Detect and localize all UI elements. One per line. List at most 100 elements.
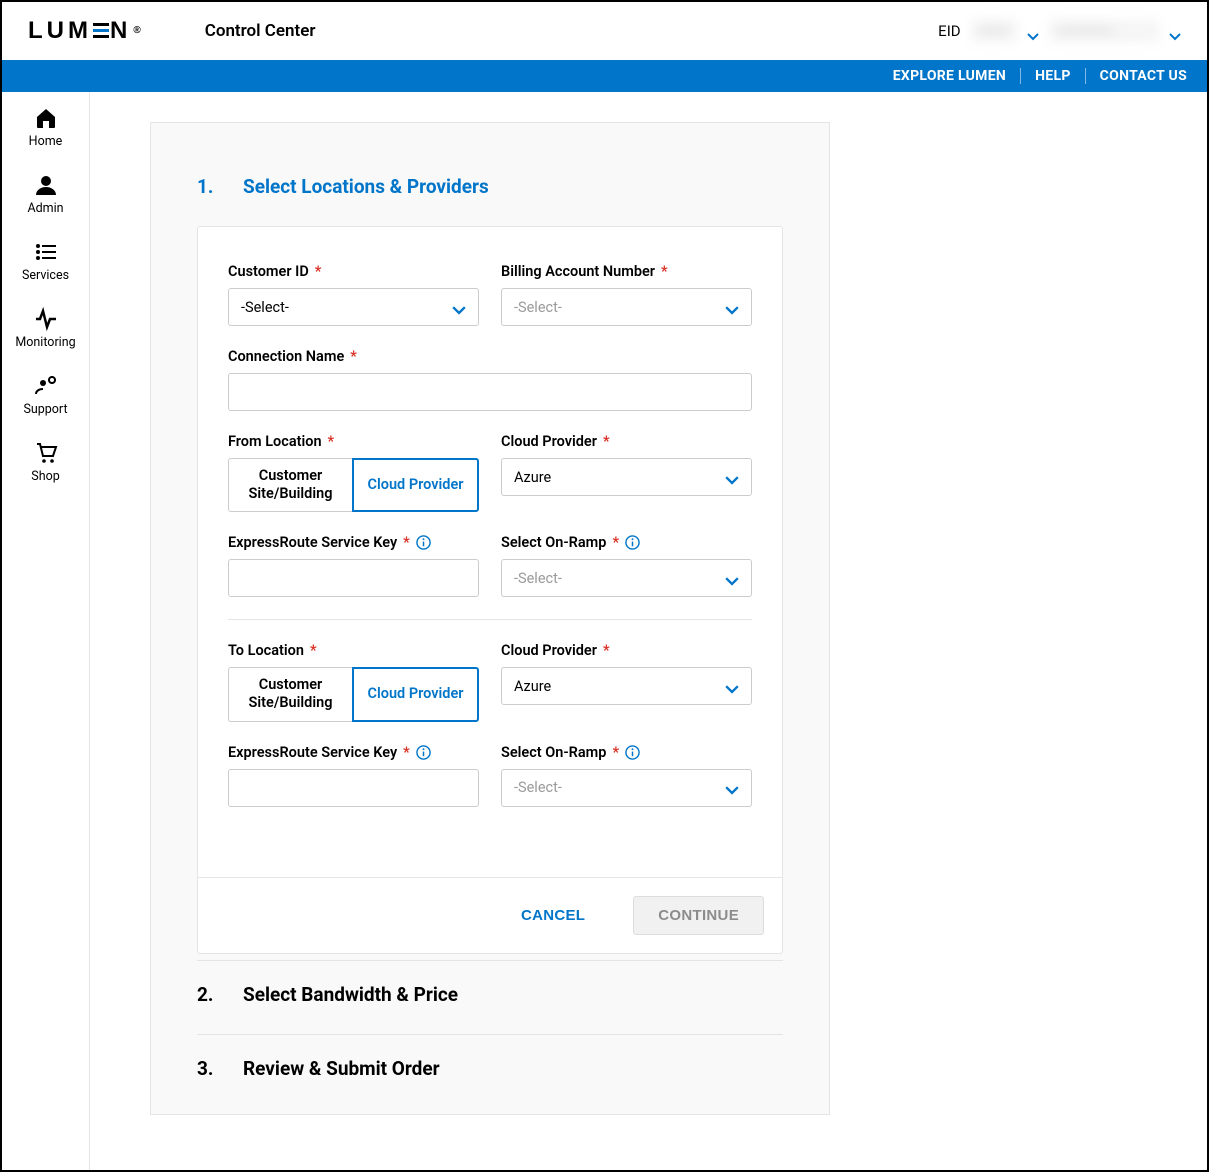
main-content: 1. Select Locations & Providers Customer… (90, 92, 1207, 1170)
info-icon[interactable] (416, 745, 431, 760)
eid-label: EID (938, 22, 960, 40)
chevron-down-icon (725, 783, 739, 793)
step-title: Review & Submit Order (243, 1057, 440, 1080)
to-location-field: To Location * Customer Site/Building Clo… (228, 642, 479, 721)
required-indicator: * (328, 433, 335, 450)
cloud-provider-to-select[interactable]: Azure (501, 667, 752, 705)
required-indicator: * (403, 534, 410, 551)
chevron-down-icon[interactable] (1169, 27, 1181, 35)
to-location-toggle: Customer Site/Building Cloud Provider (228, 667, 479, 721)
connection-name-field: Connection Name * (228, 348, 752, 411)
required-indicator: * (403, 744, 410, 761)
chevron-down-icon (725, 573, 739, 583)
lumen-logo: LUMN® (28, 17, 141, 45)
sidebar-item-label: Home (29, 134, 63, 149)
sidebar-item-home[interactable]: Home (2, 106, 89, 149)
field-label: Connection Name (228, 348, 344, 365)
er-key-to-field: ExpressRoute Service Key * (228, 744, 479, 807)
required-indicator: * (310, 642, 317, 659)
home-icon (34, 106, 58, 130)
from-location-field: From Location * Customer Site/Building C… (228, 433, 479, 512)
cart-icon (34, 441, 58, 465)
step-3-row[interactable]: 3. Review & Submit Order (197, 1034, 783, 1080)
to-option-cloud[interactable]: Cloud Provider (352, 667, 479, 721)
required-indicator: * (350, 348, 357, 365)
required-indicator: * (612, 744, 619, 761)
utility-nav: EXPLORE LUMEN HELP CONTACT US (2, 60, 1207, 92)
cloud-provider-to-field: Cloud Provider * Azure (501, 642, 752, 721)
sidebar-item-label: Monitoring (15, 335, 75, 350)
sidebar-item-services[interactable]: Services (2, 240, 89, 283)
activity-icon (34, 307, 58, 331)
info-icon[interactable] (416, 535, 431, 550)
form-divider (228, 619, 752, 620)
continue-button[interactable]: CONTINUE (633, 896, 764, 935)
customer-id-select[interactable]: -Select- (228, 288, 479, 326)
app-title: Control Center (205, 21, 316, 41)
sidebar-item-admin[interactable]: Admin (2, 173, 89, 216)
from-location-toggle: Customer Site/Building Cloud Provider (228, 458, 479, 512)
step-number: 1. (197, 175, 215, 198)
billing-select[interactable]: -Select- (501, 288, 752, 326)
cloud-provider-from-field: Cloud Provider * Azure (501, 433, 752, 512)
er-key-from-input[interactable] (228, 559, 479, 597)
connection-name-input[interactable] (228, 373, 752, 411)
step-number: 2. (197, 983, 215, 1006)
wizard-card: 1. Select Locations & Providers Customer… (150, 122, 830, 1115)
step-title: Select Bandwidth & Price (243, 983, 458, 1006)
eid-value: •••••• (971, 20, 1017, 42)
cancel-button[interactable]: CANCEL (521, 907, 585, 924)
field-label: Cloud Provider (501, 433, 597, 450)
from-option-cloud[interactable]: Cloud Provider (352, 458, 479, 512)
sidebar-item-label: Shop (31, 469, 59, 484)
from-option-site[interactable]: Customer Site/Building (228, 458, 352, 512)
required-indicator: * (603, 433, 610, 450)
sidebar: Home Admin Services Monitoring Support (2, 92, 90, 1170)
info-icon[interactable] (625, 535, 640, 550)
er-key-to-input[interactable] (228, 769, 479, 807)
user-icon (34, 173, 58, 197)
step-2-row[interactable]: 2. Select Bandwidth & Price (197, 960, 783, 1028)
step-title: Select Locations & Providers (243, 175, 489, 198)
sidebar-item-label: Support (23, 402, 67, 417)
required-indicator: * (603, 642, 610, 659)
to-option-site[interactable]: Customer Site/Building (228, 667, 352, 721)
sidebar-item-monitoring[interactable]: Monitoring (2, 307, 89, 350)
customer-id-field: Customer ID * -Select- (228, 263, 479, 326)
step-number: 3. (197, 1057, 215, 1080)
chevron-down-icon (452, 302, 466, 312)
required-indicator: * (315, 263, 322, 280)
field-label: Cloud Provider (501, 642, 597, 659)
er-key-from-field: ExpressRoute Service Key * (228, 534, 479, 597)
field-label: To Location (228, 642, 304, 659)
cloud-provider-from-select[interactable]: Azure (501, 458, 752, 496)
info-icon[interactable] (625, 745, 640, 760)
sidebar-item-shop[interactable]: Shop (2, 441, 89, 484)
step-1-header: 1. Select Locations & Providers (197, 175, 783, 198)
onramp-from-select[interactable]: -Select- (501, 559, 752, 597)
onramp-to-select[interactable]: -Select- (501, 769, 752, 807)
help-link[interactable]: HELP (1021, 68, 1086, 84)
field-label: ExpressRoute Service Key (228, 534, 397, 551)
onramp-to-field: Select On-Ramp * -Select- (501, 744, 752, 807)
explore-link[interactable]: EXPLORE LUMEN (879, 68, 1021, 84)
field-label: Customer ID (228, 263, 309, 280)
required-indicator: * (612, 534, 619, 551)
sidebar-item-support[interactable]: Support (2, 374, 89, 417)
top-bar: LUMN® Control Center EID •••••• ••••••••… (2, 2, 1207, 60)
contact-link[interactable]: CONTACT US (1086, 68, 1187, 84)
sidebar-item-label: Services (22, 268, 69, 283)
field-label: Select On-Ramp (501, 534, 606, 551)
billing-field: Billing Account Number * -Select- (501, 263, 752, 326)
chevron-down-icon (725, 472, 739, 482)
step-1-panel: Customer ID * -Select- Billing Account N… (197, 226, 783, 954)
onramp-from-field: Select On-Ramp * -Select- (501, 534, 752, 597)
chevron-down-icon[interactable] (1027, 27, 1039, 35)
sidebar-item-label: Admin (27, 201, 63, 216)
chevron-down-icon (725, 302, 739, 312)
panel-footer: CANCEL CONTINUE (198, 877, 782, 953)
list-icon (34, 240, 58, 264)
field-label: Billing Account Number (501, 263, 655, 280)
required-indicator: * (661, 263, 668, 280)
chevron-down-icon (725, 681, 739, 691)
